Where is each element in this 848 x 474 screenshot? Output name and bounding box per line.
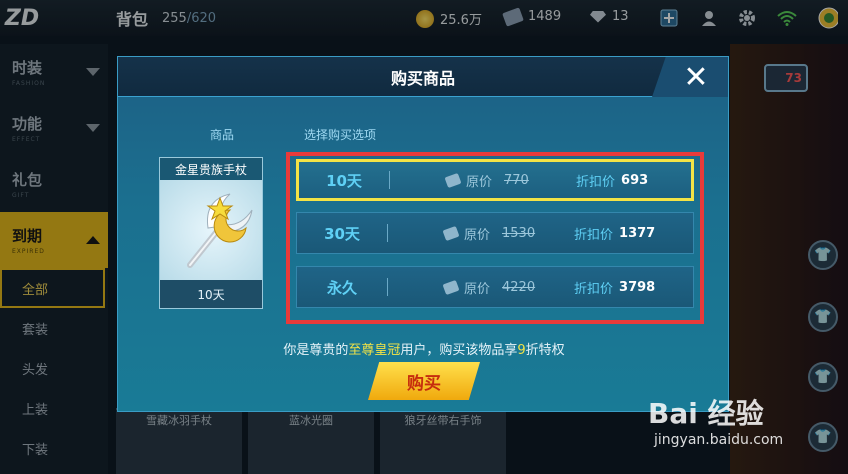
discount-price-label: 折扣价 (574, 281, 614, 297)
ticket-icon (444, 172, 462, 188)
discount-price-label: 折扣价 (574, 227, 614, 243)
purchase-option-permanent[interactable]: 永久 原价 4220 折扣价 3798 (296, 266, 694, 308)
ticket-icon (442, 279, 460, 295)
discount-price-label: 折扣价 (576, 174, 616, 190)
original-price-label: 原价 (464, 281, 491, 297)
discount-price: 1377 (619, 225, 656, 241)
option-duration: 10天 (326, 171, 362, 190)
options-highlight-frame: 10天 原价 770 折扣价 693 30天 原价 1530 折扣价 1377 … (286, 152, 704, 324)
original-price: 1530 (502, 225, 536, 241)
purchase-option-30d[interactable]: 30天 原价 1530 折扣价 1377 (296, 212, 694, 254)
watermark-logo: Bai 经验 (648, 397, 764, 430)
vip-pre: 你是尊贵的 (283, 343, 349, 358)
discount-price: 693 (621, 172, 649, 188)
original-price-label: 原价 (466, 174, 493, 190)
discount-price: 3798 (619, 279, 656, 295)
watermark-url: jingyan.baidu.com (654, 432, 784, 448)
options-column-label: 选择购买选项 (304, 128, 377, 142)
item-card: 金星贵族手杖 10天 (159, 157, 263, 309)
purchase-dialog: 购买商品 ✕ 商品 选择购买选项 金星贵族手杖 10天 10天 原价 770 折… (117, 56, 729, 412)
divider (387, 224, 388, 242)
purchase-option-10d[interactable]: 10天 原价 770 折扣价 693 (296, 159, 694, 201)
item-duration: 10天 (160, 280, 262, 308)
close-icon: ✕ (683, 59, 709, 95)
dialog-header: 购买商品 ✕ (118, 57, 728, 97)
item-name: 金星贵族手杖 (160, 158, 262, 180)
item-column-label: 商品 (210, 128, 235, 142)
divider (387, 278, 388, 296)
vip-post: 折特权 (525, 343, 565, 358)
ticket-icon (442, 225, 460, 241)
dialog-title: 购买商品 (390, 68, 455, 88)
close-button[interactable]: ✕ (652, 57, 728, 97)
vip-name: 至尊皇冠 (348, 343, 401, 358)
scepter-icon (187, 193, 253, 268)
original-price: 770 (504, 172, 529, 188)
watermark: Bai 经验 jingyan.baidu.com (648, 392, 848, 474)
option-duration: 30天 (324, 224, 360, 243)
buy-button[interactable]: 购买 (368, 362, 480, 400)
original-price-label: 原价 (464, 227, 491, 243)
option-duration: 永久 (326, 278, 357, 297)
original-price: 4220 (502, 279, 536, 295)
vip-discount: 9 (517, 343, 526, 358)
vip-privilege-text: 你是尊贵的至尊皇冠用户，购买该物品享9折特权 (118, 339, 730, 358)
vip-mid: 用户，购买该物品享 (400, 343, 518, 358)
item-image (160, 180, 262, 280)
divider (389, 171, 390, 189)
